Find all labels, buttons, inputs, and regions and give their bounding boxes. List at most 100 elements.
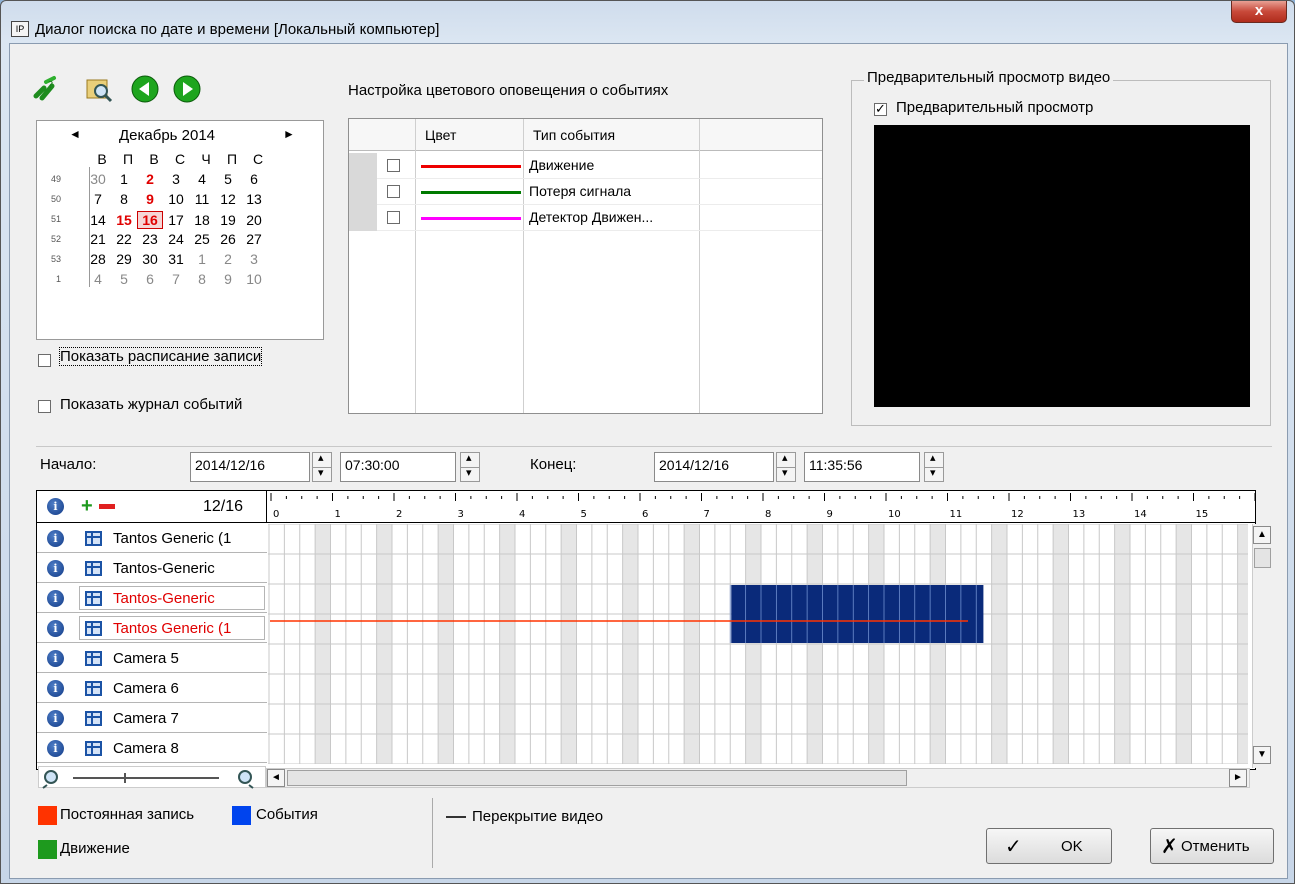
calendar-day[interactable]: 13 — [241, 191, 267, 207]
start-date-field[interactable]: 2014/12/16 — [190, 452, 310, 482]
info-icon[interactable]: i — [47, 650, 64, 667]
calendar-day[interactable]: 9 — [137, 191, 163, 207]
calendar-day[interactable]: 8 — [111, 191, 137, 207]
camera-row[interactable]: i Camera 6 — [37, 674, 267, 703]
search-folder-icon[interactable] — [84, 74, 114, 104]
calendar-day[interactable]: 5 — [215, 171, 241, 187]
horizontal-scroll-thumb[interactable] — [287, 770, 907, 786]
camera-row[interactable]: i Tantos-Generic — [37, 584, 267, 613]
event-enable-checkbox[interactable] — [387, 159, 400, 172]
info-icon[interactable]: i — [47, 498, 64, 515]
calendar-day[interactable]: 18 — [189, 212, 215, 228]
back-arrow-icon[interactable] — [130, 74, 160, 104]
calendar-day[interactable]: 28 — [85, 251, 111, 267]
info-icon[interactable]: i — [47, 710, 64, 727]
next-month-button[interactable]: ► — [283, 127, 295, 141]
calendar-day[interactable]: 7 — [163, 271, 189, 287]
preview-checkbox-label[interactable]: Предварительный просмотр — [896, 99, 1093, 116]
calendar-day[interactable]: 19 — [215, 212, 241, 228]
scroll-up-button[interactable]: ▲ — [1253, 526, 1271, 544]
prev-month-button[interactable]: ◄ — [69, 127, 81, 141]
calendar-day[interactable]: 1 — [111, 171, 137, 187]
calendar-day[interactable]: 11 — [189, 191, 215, 207]
calendar-day[interactable]: 6 — [137, 271, 163, 287]
ok-button[interactable]: ✓ OK — [986, 828, 1112, 864]
event-row[interactable]: Детектор Движен... — [349, 205, 822, 231]
calendar-day[interactable]: 20 — [241, 212, 267, 228]
camera-row[interactable]: i Camera 7 — [37, 704, 267, 733]
info-icon[interactable]: i — [47, 560, 64, 577]
calendar-day[interactable]: 29 — [111, 251, 137, 267]
event-row[interactable]: Потеря сигнала — [349, 179, 822, 205]
calendar-day[interactable]: 3 — [163, 171, 189, 187]
calendar-day[interactable]: 22 — [111, 231, 137, 247]
calendar-day[interactable]: 17 — [163, 212, 189, 228]
calendar-day[interactable]: 3 — [241, 251, 267, 267]
calendar-day[interactable]: 1 — [189, 251, 215, 267]
camera-row[interactable]: i Tantos Generic (1 — [37, 614, 267, 643]
vertical-scroll-thumb[interactable] — [1254, 548, 1271, 568]
horizontal-scrollbar[interactable]: ◄ ► — [266, 768, 1250, 788]
calendar-day[interactable]: 5 — [111, 271, 137, 287]
zoom-slider[interactable] — [38, 766, 266, 789]
show-log-checkbox[interactable] — [38, 400, 51, 413]
scroll-left-button[interactable]: ◄ — [267, 769, 285, 787]
close-button[interactable]: x — [1231, 1, 1287, 23]
calendar-day[interactable]: 4 — [85, 271, 111, 287]
info-icon[interactable]: i — [47, 530, 64, 547]
calendar-day[interactable]: 14 — [85, 212, 111, 228]
camera-row[interactable]: i Camera 8 — [37, 734, 267, 763]
camera-row[interactable]: i Tantos-Generic — [37, 554, 267, 583]
info-icon[interactable]: i — [47, 590, 64, 607]
calendar-day[interactable]: 31 — [163, 251, 189, 267]
zoom-in-plus-icon[interactable]: + — [81, 495, 93, 518]
link-icon[interactable]: ? — [30, 74, 60, 104]
start-time-field[interactable]: 07:30:00 — [340, 452, 456, 482]
calendar-day[interactable]: 6 — [241, 171, 267, 187]
show-schedule-label[interactable]: Показать расписание записи — [58, 347, 263, 366]
preview-checkbox[interactable] — [874, 101, 887, 117]
calendar-day[interactable]: 2 — [137, 171, 163, 187]
zoom-out-minus-icon[interactable] — [99, 504, 115, 509]
calendar-day[interactable]: 12 — [215, 191, 241, 207]
end-date-spinner[interactable] — [776, 451, 796, 482]
calendar-day[interactable]: 10 — [241, 271, 267, 287]
event-enable-checkbox[interactable] — [387, 211, 400, 224]
calendar-day[interactable]: 30 — [137, 251, 163, 267]
event-color-line[interactable] — [421, 165, 521, 168]
show-schedule-checkbox[interactable] — [38, 354, 51, 367]
start-date-spinner[interactable] — [312, 451, 332, 482]
calendar-day[interactable]: 10 — [163, 191, 189, 207]
event-enable-checkbox[interactable] — [387, 185, 400, 198]
calendar-day[interactable]: 27 — [241, 231, 267, 247]
show-log-label[interactable]: Показать журнал событий — [60, 396, 242, 413]
calendar-day[interactable]: 2 — [215, 251, 241, 267]
calendar-day[interactable]: 21 — [85, 231, 111, 247]
event-row[interactable]: Движение — [349, 153, 822, 179]
vertical-scrollbar[interactable]: ▲ ▼ — [1252, 524, 1272, 768]
calendar-day[interactable]: 25 — [189, 231, 215, 247]
scroll-down-button[interactable]: ▼ — [1253, 746, 1271, 764]
hour-scale[interactable]: 012345678910111213141516 — [269, 491, 1255, 523]
calendar-day[interactable]: 9 — [215, 271, 241, 287]
end-time-field[interactable]: 11:35:56 — [804, 452, 920, 482]
forward-arrow-icon[interactable] — [172, 74, 202, 104]
scroll-right-button[interactable]: ► — [1229, 769, 1247, 787]
info-icon[interactable]: i — [47, 740, 64, 757]
camera-row[interactable]: i Camera 5 — [37, 644, 267, 673]
calendar-day[interactable]: 8 — [189, 271, 215, 287]
info-icon[interactable]: i — [47, 680, 64, 697]
calendar-day[interactable]: 16 — [137, 211, 163, 229]
event-color-line[interactable] — [421, 191, 521, 194]
calendar-day[interactable]: 30 — [85, 171, 111, 187]
calendar-day[interactable]: 4 — [189, 171, 215, 187]
start-time-spinner[interactable] — [460, 451, 480, 482]
calendar-day[interactable]: 24 — [163, 231, 189, 247]
timeline-grid[interactable] — [268, 524, 1248, 764]
camera-row[interactable]: i Tantos Generic (1 — [37, 524, 267, 553]
info-icon[interactable]: i — [47, 620, 64, 637]
event-color-line[interactable] — [421, 217, 521, 220]
calendar-day[interactable]: 23 — [137, 231, 163, 247]
cancel-button[interactable]: ✗ Отменить — [1150, 828, 1274, 864]
end-time-spinner[interactable] — [924, 451, 944, 482]
